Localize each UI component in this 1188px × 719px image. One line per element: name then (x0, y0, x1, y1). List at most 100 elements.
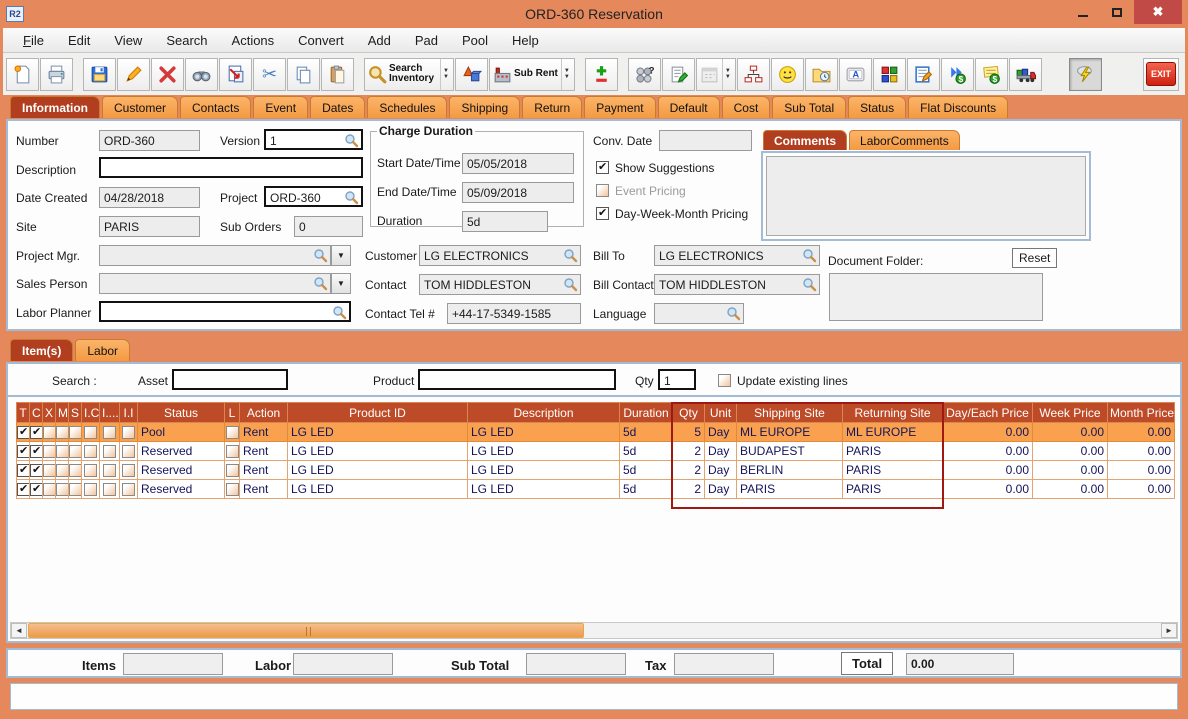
menu-item-view[interactable]: View (102, 30, 154, 51)
tab-contacts[interactable]: Contacts (180, 96, 251, 118)
smiley-button[interactable] (771, 58, 804, 91)
column-header-month-price[interactable]: Month Price (1108, 403, 1175, 423)
checkbox[interactable] (43, 464, 56, 477)
dollar-note-button[interactable]: $ (975, 58, 1008, 91)
group-question-button[interactable]: ? (628, 58, 661, 91)
checkbox[interactable] (69, 445, 82, 458)
menu-item-file[interactable]: File (11, 30, 56, 51)
checkbox[interactable] (84, 464, 97, 477)
truck-button[interactable] (1009, 58, 1042, 91)
checkbox[interactable] (30, 445, 43, 458)
table-row[interactable]: ReservedRentLG LEDLG LED5d2DayBERLINPARI… (17, 461, 1175, 480)
checkbox[interactable] (17, 426, 30, 439)
column-header-status[interactable]: Status (138, 403, 225, 423)
column-header-m[interactable]: M (56, 403, 69, 423)
sub-rent-button[interactable]: Sub Rent▼▼ (489, 58, 575, 91)
contact-tel-field[interactable]: +44-17-5349-1585 (447, 303, 581, 324)
column-header-x[interactable]: X (43, 403, 56, 423)
menu-item-pool[interactable]: Pool (450, 30, 500, 51)
exit-button[interactable]: EXIT (1143, 58, 1179, 91)
checkbox[interactable] (84, 426, 97, 439)
scroll-right-arrow[interactable]: ► (1161, 623, 1177, 638)
checkbox[interactable] (17, 445, 30, 458)
checkbox[interactable] (103, 445, 116, 458)
customer-field[interactable]: LG ELECTRONICS (419, 245, 581, 266)
maximize-button[interactable] (1100, 0, 1134, 24)
new-document-button[interactable] (6, 58, 39, 91)
column-header-description[interactable]: Description (468, 403, 620, 423)
export-document-button[interactable] (219, 58, 252, 91)
column-header-unit[interactable]: Unit (705, 403, 737, 423)
menu-item-actions[interactable]: Actions (220, 30, 287, 51)
edit-pencil-button[interactable] (117, 58, 150, 91)
tab-event[interactable]: Event (253, 96, 308, 118)
checkbox[interactable] (226, 483, 239, 496)
column-header-i-i[interactable]: I.I (120, 403, 138, 423)
duration-field[interactable]: 5d (462, 211, 548, 232)
sub-orders-field[interactable]: 0 (294, 216, 363, 237)
document-folder-box[interactable] (829, 273, 1043, 321)
search-icon[interactable] (563, 248, 578, 263)
checkbox[interactable] (69, 426, 82, 439)
column-header-t[interactable]: T (17, 403, 30, 423)
checkbox[interactable] (122, 445, 135, 458)
tab-schedules[interactable]: Schedules (367, 96, 447, 118)
tab-information[interactable]: Information (10, 96, 100, 118)
print-button[interactable] (40, 58, 73, 91)
lightning-button[interactable] (1069, 58, 1102, 91)
document-edit-button[interactable] (907, 58, 940, 91)
column-header-duration[interactable]: Duration (620, 403, 673, 423)
dollar-arrows-button[interactable]: $ (941, 58, 974, 91)
folder-clock-button[interactable] (805, 58, 838, 91)
table-row[interactable]: PoolRentLG LEDLG LED5d5DayML EUROPEML EU… (17, 423, 1175, 442)
save-button[interactable] (83, 58, 116, 91)
bill-contact-field[interactable]: TOM HIDDLESTON (654, 274, 820, 295)
delete-x-button[interactable] (151, 58, 184, 91)
checkbox[interactable] (226, 445, 239, 458)
project-field[interactable]: ORD-360 (264, 186, 363, 207)
bill-to-field[interactable]: LG ELECTRONICS (654, 245, 820, 266)
checkbox[interactable] (30, 426, 43, 439)
table-row[interactable]: ReservedRentLG LEDLG LED5d2DayBUDAPESTPA… (17, 442, 1175, 461)
search-icon[interactable] (563, 277, 578, 292)
checkbox[interactable] (43, 445, 56, 458)
event-pricing-checkbox[interactable] (596, 184, 609, 197)
column-header-week-price[interactable]: Week Price (1033, 403, 1108, 423)
horizontal-scrollbar[interactable]: ◄ ► (10, 622, 1178, 639)
qty-input[interactable]: 1 (658, 369, 696, 390)
dropdown-arrows-icon[interactable]: ▼▼ (722, 59, 733, 90)
tab-sub-total[interactable]: Sub Total (772, 96, 846, 118)
dropdown-arrows-icon[interactable]: ▼▼ (440, 59, 451, 90)
close-button[interactable]: ✖ (1134, 0, 1182, 24)
scroll-left-arrow[interactable]: ◄ (11, 623, 27, 638)
labor-planner-field[interactable] (99, 301, 351, 322)
checkbox[interactable] (84, 445, 97, 458)
checkbox[interactable] (17, 483, 30, 496)
menu-item-edit[interactable]: Edit (56, 30, 102, 51)
tab-customer[interactable]: Customer (102, 96, 178, 118)
tab-flat-discounts[interactable]: Flat Discounts (908, 96, 1008, 118)
color-blocks-button[interactable] (873, 58, 906, 91)
day-week-month-checkbox[interactable] (596, 207, 609, 220)
checkbox[interactable] (30, 483, 43, 496)
number-field[interactable]: ORD-360 (99, 130, 200, 151)
checkbox[interactable] (17, 464, 30, 477)
checkbox[interactable] (122, 464, 135, 477)
shapes-3d-button[interactable] (455, 58, 488, 91)
version-field[interactable]: 1 (264, 129, 363, 150)
column-header-product-id[interactable]: Product ID (288, 403, 468, 423)
tab-dates[interactable]: Dates (310, 96, 365, 118)
copy-button[interactable] (287, 58, 320, 91)
checkbox[interactable] (103, 483, 116, 496)
sales-person-dropdown[interactable]: ▼ (331, 273, 351, 294)
checkbox[interactable] (122, 483, 135, 496)
contact-field[interactable]: TOM HIDDLESTON (419, 274, 581, 295)
product-input[interactable] (418, 369, 616, 390)
checkbox[interactable] (226, 464, 239, 477)
column-header-action[interactable]: Action (240, 403, 288, 423)
checkbox[interactable] (122, 426, 135, 439)
sales-person-field[interactable] (99, 273, 331, 294)
checkbox[interactable] (43, 426, 56, 439)
scrollbar-thumb[interactable] (28, 623, 584, 638)
update-existing-checkbox[interactable] (718, 374, 731, 387)
